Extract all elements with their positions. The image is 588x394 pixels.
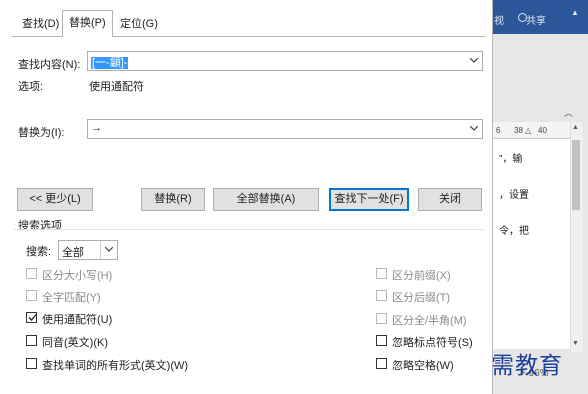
whole-word-label: 全字匹配(Y)	[42, 292, 101, 304]
share-button[interactable]: 共享	[526, 12, 546, 27]
close-button[interactable]: 关闭	[418, 188, 482, 211]
options-label: 选项:	[18, 81, 44, 93]
ruler: 6 38 △ 40	[492, 122, 572, 139]
chevron-down-icon[interactable]	[100, 241, 117, 259]
search-direction-select[interactable]: 全部	[58, 240, 118, 260]
replace-with-input[interactable]: →	[91, 122, 102, 134]
find-what-value: [一-龥]-	[91, 57, 129, 69]
search-options-title: 搜索选项	[18, 220, 62, 232]
use-wildcards-checkbox[interactable]	[26, 312, 37, 323]
find-what-label: 查找内容(N):	[18, 59, 81, 71]
whole-word-checkbox[interactable]	[26, 290, 37, 301]
options-value: 使用通配符	[89, 81, 144, 93]
match-suffix-label: 区分后缀(T)	[392, 292, 451, 304]
search-direction-label: 搜索:	[26, 246, 52, 258]
search-direction-value: 全部	[62, 247, 84, 259]
find-next-button[interactable]: 查找下一处(F)	[329, 188, 409, 211]
tab-goto[interactable]: 定位(G)	[116, 12, 162, 36]
section-divider	[14, 229, 484, 230]
tab-find[interactable]: 查找(D)	[18, 12, 63, 36]
match-width-checkbox[interactable]	[376, 313, 387, 324]
ignore-punctuation-checkbox[interactable]	[376, 335, 387, 346]
find-what-input[interactable]: [一-龥]-	[91, 54, 129, 70]
find-what-combobox[interactable]: [一-龥]-	[87, 51, 483, 71]
ignore-spaces-checkbox[interactable]	[376, 358, 387, 369]
ruler-tick: 6	[496, 126, 501, 135]
scrollbar-thumb[interactable]	[572, 140, 580, 210]
chevron-down-icon[interactable]	[466, 120, 482, 138]
match-case-checkbox[interactable]	[26, 268, 37, 279]
match-suffix-checkbox[interactable]	[376, 290, 387, 301]
tab-replace[interactable]: 替换(P)	[62, 10, 113, 37]
chevron-down-icon[interactable]	[466, 52, 482, 70]
find-replace-dialog: 查找(D) 替换(P) 定位(G) 查找内容(N): [一-龥]- 选项: 使用…	[0, 0, 493, 394]
collapse-ribbon-icon[interactable]: ︿	[564, 106, 573, 119]
ruler-tick: 38	[514, 126, 523, 135]
replace-all-button[interactable]: 全部替换(A)	[213, 188, 319, 211]
checkmark-icon	[28, 314, 37, 321]
document-text-line: 令，把	[499, 226, 529, 237]
match-case-label: 区分大小写(H)	[42, 270, 113, 282]
ruler-tick: 40	[538, 126, 547, 135]
scroll-down-icon[interactable]: ▼	[572, 340, 579, 347]
replace-with-label: 替换为(I):	[18, 127, 65, 139]
document-text-line: ”，输	[499, 154, 523, 165]
sounds-like-checkbox[interactable]	[26, 335, 37, 346]
all-word-forms-label: 查找单词的所有形式(英文)(W)	[42, 360, 189, 372]
ignore-spaces-label: 忽略空格(W)	[392, 360, 454, 372]
match-prefix-checkbox[interactable]	[376, 268, 387, 279]
ribbon-scroll-icon[interactable]: ▲	[571, 8, 579, 17]
document-page[interactable]	[492, 139, 570, 349]
ruler-indent-marker[interactable]: △	[525, 126, 531, 135]
less-button[interactable]: << 更少(L)	[17, 188, 93, 211]
match-prefix-label: 区分前缀(X)	[392, 270, 451, 282]
ignore-punctuation-label: 忽略标点符号(S)	[392, 337, 473, 349]
document-text-line: ，设置	[499, 190, 529, 201]
match-width-label: 区分全/半角(M)	[392, 315, 467, 327]
all-word-forms-checkbox[interactable]	[26, 358, 37, 369]
sounds-like-label: 同音(英文)(K)	[42, 337, 108, 349]
scroll-up-icon[interactable]: ▲	[572, 124, 579, 131]
replace-button[interactable]: 替换(R)	[141, 188, 205, 211]
replace-with-combobox[interactable]: →	[87, 119, 483, 139]
ribbon-tab-fragment[interactable]: 视	[494, 12, 504, 27]
use-wildcards-label: 使用通配符(U)	[42, 314, 113, 326]
